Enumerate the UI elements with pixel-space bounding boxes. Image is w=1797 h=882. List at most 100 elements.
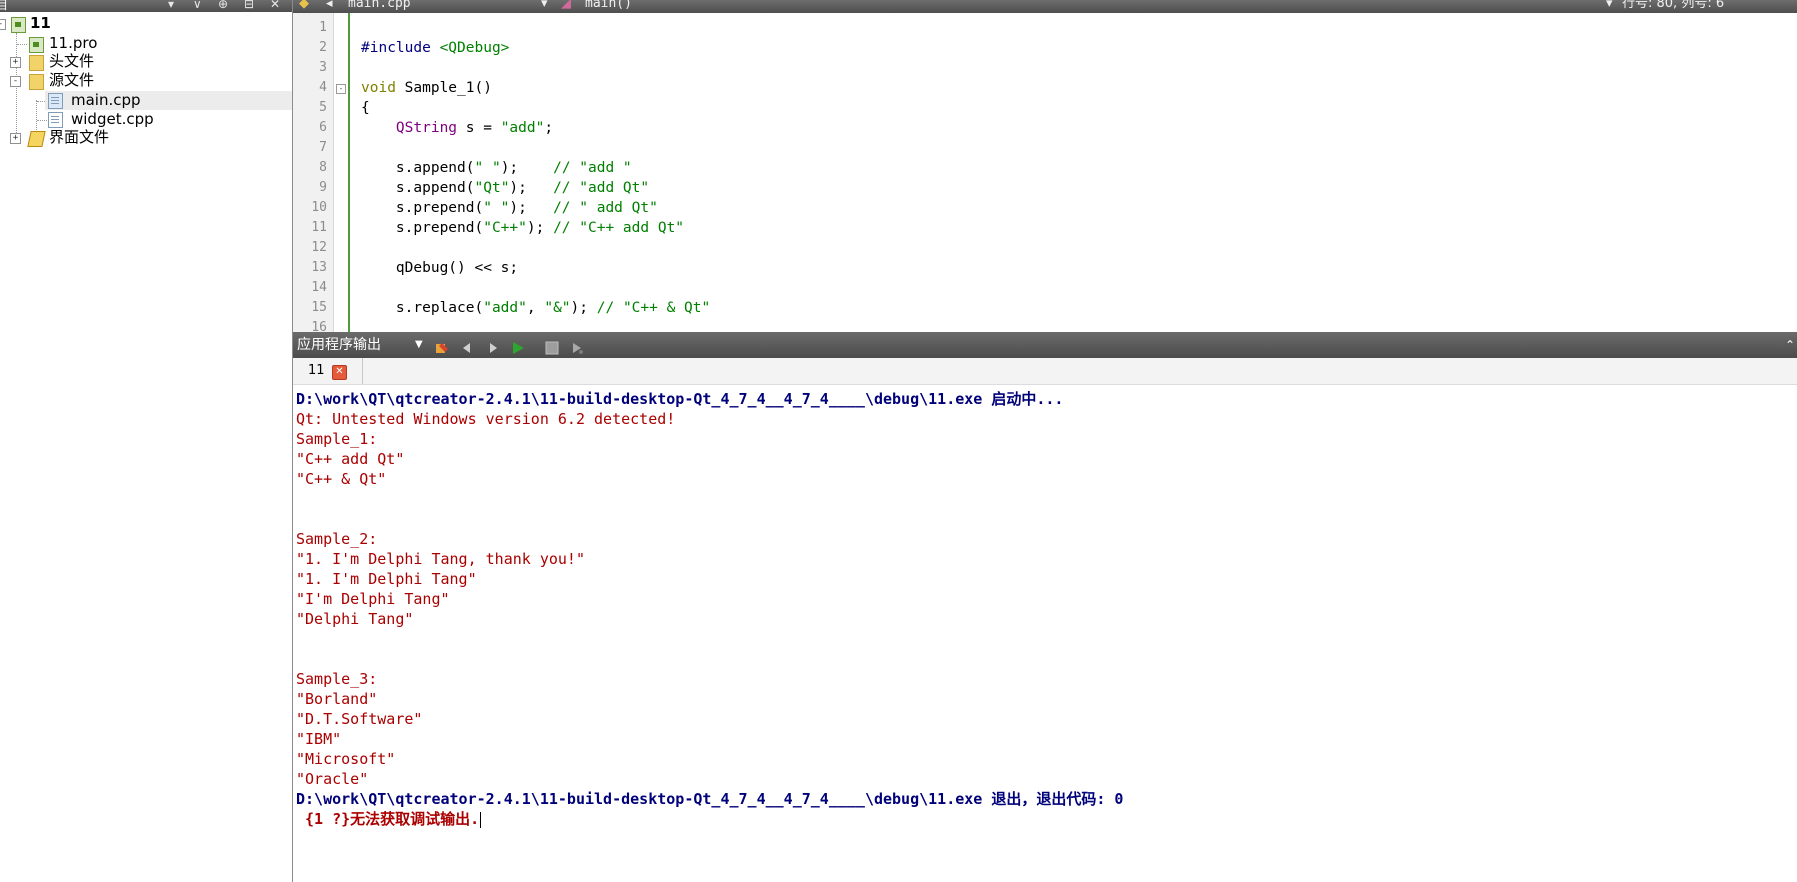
tree-item-label: widget.cpp [71, 110, 154, 128]
code-editor[interactable]: 1 2 3 4 5 6 7 8 9 10 11 12 13 14 15 16 -… [293, 13, 1797, 332]
line-number: 7 [319, 140, 327, 155]
output-line: "C++ & Qt" [296, 470, 387, 488]
clear-output-icon[interactable] [435, 338, 449, 353]
forms-folder-icon [27, 131, 46, 147]
attach-debugger-icon[interactable] [570, 338, 584, 354]
line-number: 6 [319, 120, 327, 135]
code-line-4: void Sample_1() [361, 80, 492, 96]
chevron-down-icon[interactable]: ▼ [415, 332, 423, 358]
tree-item-label: main.cpp [71, 91, 141, 109]
tree-item-project-root[interactable]: 11 [30, 14, 51, 33]
tree-item-label: 界面文件 [49, 128, 110, 146]
line-number: 8 [319, 160, 327, 175]
bookmark-icon[interactable]: ◆ [299, 0, 309, 10]
line-number: 9 [319, 180, 327, 195]
line-number: 5 [319, 100, 327, 115]
previous-item-icon[interactable] [460, 338, 474, 353]
output-pane-header: 应用程序输出 ▼ ⌃ [293, 332, 1797, 358]
line-number: 11 [311, 220, 327, 235]
output-line: "Borland" [296, 690, 378, 708]
project-pane-toolbar: 目 ▾ ⊽ ⊕ ⊟ ✕ [0, 0, 292, 12]
project-pane-title: 目 [0, 0, 9, 12]
code-line-9: s.append("Qt"); // "add Qt" [361, 180, 650, 196]
next-item-icon[interactable] [486, 338, 500, 353]
output-line: "C++ add Qt" [296, 450, 405, 468]
output-pane-title[interactable]: 应用程序输出 [297, 332, 381, 358]
tree-item-label: 头文件 [49, 52, 95, 70]
code-line-6: QString s = "add"; [395, 120, 554, 136]
project-tree-pane: 目 ▾ ⊽ ⊕ ⊟ ✕ - 11 11.pro + 头文件 - 源文件 main… [0, 0, 293, 882]
stop-icon[interactable] [545, 338, 559, 355]
chevron-down-icon[interactable]: ▾ [541, 0, 548, 10]
tab-label: 11 [308, 363, 325, 378]
code-line-13: qDebug() << s; [361, 260, 519, 276]
output-line: "1. I'm Delphi Tang" [296, 570, 477, 588]
cursor-position: 行号: 80, 列号: 6 [1622, 0, 1725, 11]
line-number: 15 [311, 300, 327, 315]
link-icon[interactable]: ⊕ [218, 0, 228, 10]
output-line: Sample_1: [296, 430, 378, 448]
line-number: 12 [311, 240, 327, 255]
tree-item-headers[interactable]: 头文件 [49, 52, 94, 71]
output-line: "Microsoft" [296, 750, 396, 768]
tree-collapse-toggle[interactable]: - [10, 76, 21, 87]
chevron-down-icon[interactable]: ▾ [1606, 0, 1613, 10]
tree-expand-toggle[interactable]: + [10, 57, 21, 68]
project-icon [11, 17, 26, 33]
fold-toggle-icon[interactable]: - [336, 84, 346, 94]
output-line: "I'm Delphi Tang" [296, 590, 450, 608]
tree-item-sources[interactable]: 源文件 [49, 71, 94, 90]
line-number: 4 [319, 80, 327, 95]
code-line-10: s.prepend(" "); // " add Qt" [361, 200, 658, 216]
pro-file-icon [29, 37, 44, 53]
output-line: Sample_3: [296, 670, 378, 688]
line-number: 14 [311, 280, 327, 295]
function-selector[interactable]: main() [585, 0, 632, 10]
tree-item-pro-file[interactable]: 11.pro [49, 34, 97, 53]
output-line: "IBM" [296, 730, 342, 748]
line-number: 16 [311, 320, 327, 332]
tree-expand-toggle[interactable]: + [10, 133, 21, 144]
filter-icon[interactable]: ⊽ [193, 0, 202, 10]
tree-item-label: 源文件 [49, 71, 95, 89]
line-number: 2 [319, 40, 327, 55]
line-number: 10 [311, 200, 327, 215]
tree-item-label: 11 [30, 14, 51, 32]
output-tab-bar: 11 ✕ [293, 358, 1797, 385]
line-number: 13 [311, 260, 327, 275]
output-line: "D.T.Software" [296, 710, 423, 728]
line-number-gutter: 1 2 3 4 5 6 7 8 9 10 11 12 13 14 15 16 [293, 13, 334, 332]
maximize-icon[interactable]: ⌃ [1785, 332, 1795, 358]
tree-item-label: 11.pro [49, 34, 98, 52]
line-number: 3 [319, 60, 327, 75]
code-line-2: #include <QDebug> [361, 40, 510, 56]
fold-margin [334, 13, 350, 332]
header-folder-icon [29, 55, 44, 71]
tab-run-output[interactable]: 11 ✕ [297, 358, 363, 384]
line-number: 1 [319, 20, 327, 35]
function-icon: ◢ [561, 0, 571, 11]
dropdown-arrow-icon[interactable]: ▾ [168, 0, 174, 10]
source-folder-icon [29, 74, 44, 90]
close-icon[interactable]: ✕ [270, 0, 280, 10]
tree-collapse-toggle[interactable]: - [0, 19, 6, 30]
output-line: {1 ?}无法获取调试输出. [296, 810, 480, 828]
code-line-15: s.replace("add", "&"); // "C++ & Qt" [361, 300, 711, 316]
tree-item-forms[interactable]: 界面文件 [49, 128, 109, 147]
output-line: "1. I'm Delphi Tang, thank you!" [296, 550, 585, 568]
tree-guide-line [17, 44, 27, 45]
file-selector[interactable]: main.cpp [348, 0, 411, 10]
tree-item-main-cpp[interactable]: main.cpp [45, 91, 292, 110]
application-output[interactable]: D:\work\QT\qtcreator-2.4.1\11-build-desk… [293, 385, 1797, 882]
code-line-5: { [361, 100, 370, 116]
run-icon[interactable] [511, 338, 525, 354]
output-line: D:\work\QT\qtcreator-2.4.1\11-build-desk… [296, 390, 1064, 408]
editor-toolbar: ◆ ◂ main.cpp ▾ ◢ main() ▾ 行号: 80, 列号: 6 [293, 0, 1797, 13]
nav-back-icon[interactable]: ◂ [326, 0, 333, 10]
output-line: Sample_2: [296, 530, 378, 548]
close-icon[interactable]: ✕ [332, 365, 347, 380]
tree-item-widget-cpp[interactable]: widget.cpp [71, 110, 154, 129]
split-icon[interactable]: ⊟ [244, 0, 254, 10]
text-caret [480, 811, 482, 828]
code-line-11: s.prepend("C++"); // "C++ add Qt" [361, 220, 685, 236]
